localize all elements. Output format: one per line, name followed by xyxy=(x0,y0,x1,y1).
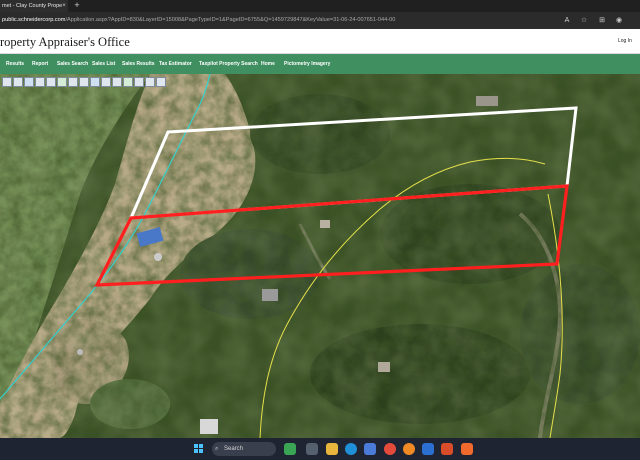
site-header: roperty Appraiser's Office Log In xyxy=(0,29,640,54)
structure xyxy=(77,349,83,355)
tab-close-icon[interactable]: × xyxy=(60,0,68,12)
browser-tab-strip: met - Clay County Prope × + xyxy=(0,0,640,12)
favorite-icon[interactable]: ☆ xyxy=(579,15,589,26)
page-title: roperty Appraiser's Office xyxy=(0,35,130,49)
file-explorer-icon[interactable] xyxy=(326,443,338,455)
nav-property-search[interactable]: Taxpilot Property Search xyxy=(199,54,258,74)
os-taskbar: ⌕ Search xyxy=(0,438,640,460)
nav-pictometry-imagery[interactable]: Pictometry Imagery xyxy=(284,54,330,74)
new-tab-button[interactable]: + xyxy=(72,0,82,12)
widgets-icon[interactable] xyxy=(284,443,296,455)
building xyxy=(476,96,498,106)
building xyxy=(320,220,330,228)
layers-icon[interactable] xyxy=(57,77,67,87)
nav-results[interactable]: Results xyxy=(6,54,24,74)
next-extent-icon[interactable] xyxy=(101,77,111,87)
nav-sales-results[interactable]: Sales Results xyxy=(122,54,155,74)
measure-icon[interactable] xyxy=(46,77,56,87)
tab-title: met - Clay County Prope xyxy=(2,3,63,9)
url-path: /Application.aspx?AppID=830&LayerID=1500… xyxy=(65,17,396,23)
nav-sales-list[interactable]: Sales List xyxy=(92,54,115,74)
map-toolbar xyxy=(2,77,166,87)
taskbar-search[interactable]: ⌕ Search xyxy=(212,442,276,456)
store-icon[interactable] xyxy=(364,443,376,455)
building xyxy=(200,419,218,434)
select-icon[interactable] xyxy=(112,77,122,87)
search-icon: ⌕ xyxy=(215,446,219,452)
office-icon[interactable] xyxy=(441,443,453,455)
windows-start-icon[interactable] xyxy=(194,444,204,454)
building xyxy=(378,362,390,372)
url-field[interactable]: public.schneidercorp.com/Application.asp… xyxy=(2,15,557,26)
identify-icon[interactable] xyxy=(35,77,45,87)
zoom-in-icon[interactable] xyxy=(2,77,12,87)
structure xyxy=(154,253,162,261)
help-icon[interactable] xyxy=(134,77,144,87)
login-link[interactable]: Log In xyxy=(618,38,632,44)
firefox-icon[interactable] xyxy=(403,443,415,455)
nav-home[interactable]: Home xyxy=(261,54,275,74)
task-view-icon[interactable] xyxy=(306,443,318,455)
aerial-map[interactable] xyxy=(0,74,640,438)
login-label: Log In xyxy=(618,38,632,44)
nav-report[interactable]: Report xyxy=(32,54,48,74)
nav-sales-search[interactable]: Sales Search xyxy=(57,54,88,74)
map-canvas[interactable] xyxy=(0,74,640,438)
search-label: Search xyxy=(224,446,244,452)
building xyxy=(262,289,278,301)
profile-icon[interactable]: ◉ xyxy=(614,15,624,26)
brave-icon[interactable] xyxy=(461,443,473,455)
overview-icon[interactable] xyxy=(145,77,155,87)
nav-tax-estimator[interactable]: Tax Estimator xyxy=(159,54,192,74)
close-icon[interactable] xyxy=(156,77,166,87)
edge-icon[interactable] xyxy=(345,443,357,455)
extensions-icon[interactable]: ⊞ xyxy=(597,15,607,26)
full-extent-icon[interactable] xyxy=(79,77,89,87)
zoom-out-icon[interactable] xyxy=(13,77,23,87)
chrome-icon[interactable] xyxy=(384,443,396,455)
address-bar: public.schneidercorp.com/Application.asp… xyxy=(0,12,640,29)
print-icon[interactable] xyxy=(68,77,78,87)
url-host: public.schneidercorp.com xyxy=(2,17,66,23)
previous-extent-icon[interactable] xyxy=(90,77,100,87)
ground-texture xyxy=(0,74,640,438)
browser-tab[interactable]: met - Clay County Prope xyxy=(0,0,68,12)
main-nav: Results Report Sales Search Sales List S… xyxy=(0,54,640,74)
read-aloud-icon[interactable]: A xyxy=(562,15,572,26)
clear-icon[interactable] xyxy=(123,77,133,87)
mail-icon[interactable] xyxy=(422,443,434,455)
pan-icon[interactable] xyxy=(24,77,34,87)
